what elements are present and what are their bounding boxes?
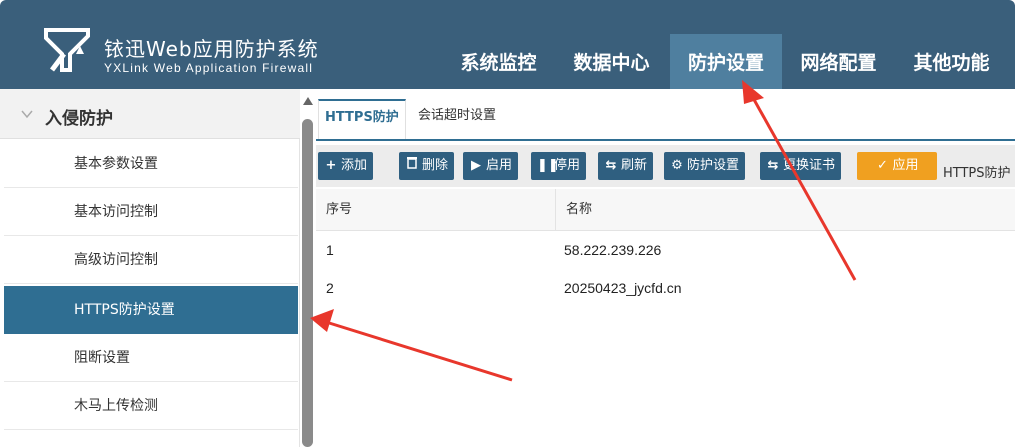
refresh-button[interactable]: ⇆ 刷新 <box>598 152 654 180</box>
sidebar-item-block-settings[interactable]: 阻断设置 <box>4 334 298 382</box>
scrollbar-thumb[interactable] <box>302 119 313 447</box>
waf-app: 铱迅Web应用防护系统 YXLink Web Application Firew… <box>0 0 1015 447</box>
column-header-name[interactable]: 名称 <box>555 189 1015 231</box>
apply-button[interactable]: ✓ 应用 <box>857 152 937 180</box>
protection-settings-button-label: 防护设置 <box>687 158 740 173</box>
sidebar-group-intrusion-protection[interactable]: 入侵防护 <box>0 89 300 139</box>
delete-button-label: 删除 <box>422 158 449 173</box>
refresh-icon: ⇆ <box>605 158 617 173</box>
replace-certificate-button-label: 更换证书 <box>783 158 836 173</box>
tab-bar: HTTPS防护 会话超时设置 <box>316 89 1015 141</box>
enable-button[interactable]: ▶ 启用 <box>463 152 519 180</box>
main-content: HTTPS防护 会话超时设置 + 添加 删除 ▶ 启用 ❚❚停用 ⇆ 刷新 ⚙ 防护 <box>316 89 1015 447</box>
disable-button-label: 停用 <box>554 158 581 173</box>
sidebar-item-advanced-access-control[interactable]: 高级访问控制 <box>4 236 298 284</box>
tab-session-timeout[interactable]: 会话超时设置 <box>412 99 502 139</box>
column-header-index[interactable]: 序号 <box>316 189 555 231</box>
disable-button[interactable]: ❚❚停用 <box>531 152 587 180</box>
yxlink-logo <box>44 28 90 72</box>
pause-icon: ❚❚ <box>537 158 559 173</box>
nav-data-center[interactable]: 数据中心 <box>560 34 663 89</box>
brand-title-en: YXLink Web Application Firewall <box>104 61 314 75</box>
add-button[interactable]: + 添加 <box>318 152 374 180</box>
trash-icon <box>405 152 419 180</box>
tab-https-protection[interactable]: HTTPS防护 <box>318 99 406 139</box>
play-icon: ▶ <box>471 158 481 173</box>
table-header: 序号 名称 <box>316 189 1015 231</box>
scroll-up-arrow-icon[interactable] <box>303 97 313 105</box>
check-icon: ✓ <box>877 158 888 173</box>
nav-protection-settings[interactable]: 防护设置 <box>670 34 782 89</box>
row-index: 2 <box>326 280 334 296</box>
delete-button[interactable]: 删除 <box>399 152 455 180</box>
top-header: 铱迅Web应用防护系统 YXLink Web Application Firew… <box>0 0 1015 89</box>
plus-icon: + <box>325 158 337 173</box>
nav-system-monitor[interactable]: 系统监控 <box>447 34 550 89</box>
chevron-down-icon <box>21 110 33 119</box>
https-sites-table: 序号 名称 1 58.222.239.226 2 20250423_jycfd.… <box>316 189 1015 307</box>
sidebar-item-basic-params[interactable]: 基本参数设置 <box>4 140 298 188</box>
protection-settings-button[interactable]: ⚙ 防护设置 <box>664 152 746 180</box>
refresh-button-label: 刷新 <box>621 158 648 173</box>
brand-title-cn: 铱迅Web应用防护系统 <box>104 37 319 61</box>
row-name: 20250423_jycfd.cn <box>564 280 682 296</box>
table-row[interactable]: 1 58.222.239.226 <box>316 231 1015 269</box>
gear-icon: ⚙ <box>671 158 683 173</box>
table-row[interactable]: 2 20250423_jycfd.cn <box>316 269 1015 307</box>
toolbar: + 添加 删除 ▶ 启用 ❚❚停用 ⇆ 刷新 ⚙ 防护设置 ⇆ 更换证书 ✓ 应… <box>316 145 1015 187</box>
sidebar-scrollbar[interactable] <box>300 89 316 447</box>
row-name: 58.222.239.226 <box>564 242 662 258</box>
enable-button-label: 启用 <box>486 158 513 173</box>
replace-certificate-button[interactable]: ⇆ 更换证书 <box>760 152 842 180</box>
add-button-label: 添加 <box>341 158 368 173</box>
sidebar-item-basic-access-control[interactable]: 基本访问控制 <box>4 188 298 236</box>
apply-button-label: 应用 <box>892 158 919 173</box>
sidebar-item-trojan-upload-detection[interactable]: 木马上传检测 <box>4 382 298 430</box>
nav-network-config[interactable]: 网络配置 <box>787 34 890 89</box>
exchange-icon: ⇆ <box>767 158 779 173</box>
sidebar-group-label: 入侵防护 <box>45 109 113 129</box>
sidebar-item-https-protection[interactable]: HTTPS防护设置 <box>4 286 298 334</box>
nav-other-functions[interactable]: 其他功能 <box>900 34 1003 89</box>
sidebar: 入侵防护 基本参数设置 基本访问控制 高级访问控制 HTTPS防护设置 阻断设置… <box>0 89 300 447</box>
toolbar-section-label: HTTPS防护 <box>943 166 1011 181</box>
row-index: 1 <box>326 242 334 258</box>
